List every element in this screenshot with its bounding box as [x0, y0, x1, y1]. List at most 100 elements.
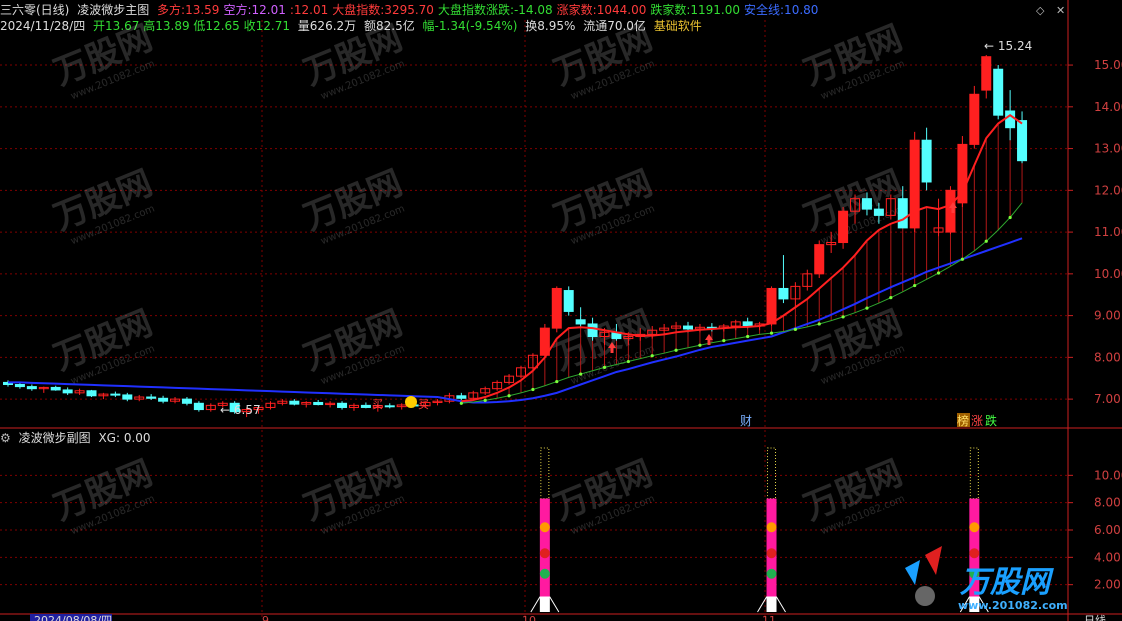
watermark-5: 万股网www.201082.com	[298, 163, 408, 247]
ma-green-dot	[913, 283, 917, 288]
candle-body	[742, 321, 753, 327]
watermark-3: 万股网www.201082.com	[798, 18, 908, 102]
candle-body	[921, 139, 932, 183]
signal-base-0	[539, 596, 550, 612]
candle-body	[993, 68, 1004, 116]
signal-up-icon-2	[969, 522, 980, 533]
signal-outline-1	[767, 447, 777, 500]
bang-marker: 榜	[957, 413, 969, 428]
signal-bar-0	[539, 498, 550, 597]
grid-lines	[0, 20, 1068, 618]
candle-body	[563, 290, 574, 312]
x-date-label: 2024/08/08/四	[34, 614, 112, 621]
candle-body	[14, 384, 25, 388]
y-tick-label-7: 14.00	[1094, 100, 1122, 114]
candle-body	[122, 394, 133, 400]
watermark-13: 万股网www.201082.com	[298, 453, 408, 537]
candle-body	[981, 56, 992, 91]
ma-line-red	[461, 113, 1023, 403]
candle-body	[551, 287, 562, 329]
ma-green-dot	[1008, 215, 1012, 220]
signal-up-icon-0	[539, 522, 550, 533]
signal-outline-2	[969, 447, 979, 500]
ma-green-dot	[650, 354, 654, 358]
candle-body	[957, 143, 968, 204]
signal-r-icon-2	[969, 548, 980, 559]
brand-logo-url: www.201082.com	[958, 599, 1068, 612]
ma-green-dot	[531, 387, 535, 392]
y-tick-label-1: 8.00	[1094, 350, 1121, 364]
ma-green-dot	[602, 365, 607, 369]
logo-arrow-red	[925, 546, 942, 575]
sub-y-tick-label-1: 4.00	[1094, 550, 1121, 564]
zhang-marker: 涨	[971, 413, 983, 428]
candle-body	[683, 325, 694, 330]
candle-body	[861, 198, 872, 210]
low-price-label: ← 6.57	[220, 403, 261, 417]
y-tick-label-4: 11.00	[1094, 225, 1122, 239]
signal-base-1	[766, 596, 777, 612]
sub-y-tick-label-3: 8.00	[1094, 496, 1121, 510]
brand-logo-text: 万股网	[959, 565, 1054, 600]
watermark-0: 万股网www.201082.com	[48, 18, 158, 102]
buy-label-2: 买	[418, 398, 429, 411]
candle-body	[766, 287, 777, 325]
watermark-12: 万股网www.201082.com	[48, 453, 158, 537]
sub-y-tick-label-0: 2.00	[1094, 578, 1121, 592]
signal-r-icon-0	[539, 548, 550, 559]
y-tick-label-5: 12.00	[1094, 183, 1122, 197]
candle-body	[337, 402, 348, 408]
candle-body	[50, 386, 61, 391]
candle-body	[181, 398, 192, 404]
x-month-11: 11	[762, 614, 776, 621]
period-label: 日线	[1084, 613, 1106, 621]
ma-green-dot	[507, 394, 511, 398]
chart-canvas[interactable]: 万股网www.201082.com 万股网www.201082.com 万股网www…	[0, 0, 1122, 621]
ma-green-dot	[674, 348, 678, 352]
candle-body	[110, 393, 121, 396]
sub-y-tick-label-4: 10.00	[1094, 468, 1122, 482]
signal-g-icon-1	[766, 568, 777, 579]
watermark-1: 万股网www.201082.com	[298, 18, 408, 102]
ma-green-dot	[936, 271, 941, 275]
x-month-10: 10	[522, 614, 536, 621]
candle-body	[1005, 110, 1016, 129]
candle-body	[897, 198, 908, 229]
ma-green-dot	[769, 331, 774, 335]
candle-body	[575, 319, 586, 325]
watermark-4: 万股网www.201082.com	[48, 163, 158, 247]
y-tick-label-2: 9.00	[1094, 309, 1121, 323]
y-tick-label-0: 7.00	[1094, 392, 1121, 406]
smile-icon	[405, 396, 417, 408]
ma-green-dot	[722, 339, 726, 343]
candle-body	[909, 139, 920, 229]
y-tick-label-3: 10.00	[1094, 267, 1122, 281]
die-marker: 跌	[985, 413, 997, 428]
candle-body	[778, 287, 789, 300]
candle-body	[193, 402, 204, 411]
x-month-9: 9	[262, 614, 269, 621]
ma-green-dot	[817, 322, 821, 326]
candle-body	[873, 208, 884, 216]
candle-body	[313, 401, 324, 406]
candle-body	[26, 386, 37, 390]
candle-body	[838, 210, 849, 244]
high-price-label: ← 15.24	[984, 39, 1032, 53]
candle-body	[158, 397, 169, 402]
candle-body	[456, 395, 467, 399]
ma-green-dot	[626, 359, 630, 364]
ma-green-dot	[483, 398, 487, 402]
ma-green-dot	[841, 315, 845, 319]
candle-body	[360, 404, 371, 408]
cai-marker: 财	[740, 414, 752, 428]
watermark-15: 万股网www.201082.com	[798, 453, 908, 537]
y-tick-label-6: 13.00	[1094, 142, 1122, 156]
ma-green-dot	[459, 401, 463, 405]
watermark-6: 万股网www.201082.com	[548, 163, 658, 247]
candle-body	[1017, 120, 1028, 162]
ma-green-dot	[889, 296, 893, 300]
logo-arrow-blue	[905, 560, 920, 585]
candle-body	[587, 323, 598, 337]
watermark-14: 万股网www.201082.com	[548, 453, 658, 537]
ma-green-dot	[793, 327, 797, 331]
